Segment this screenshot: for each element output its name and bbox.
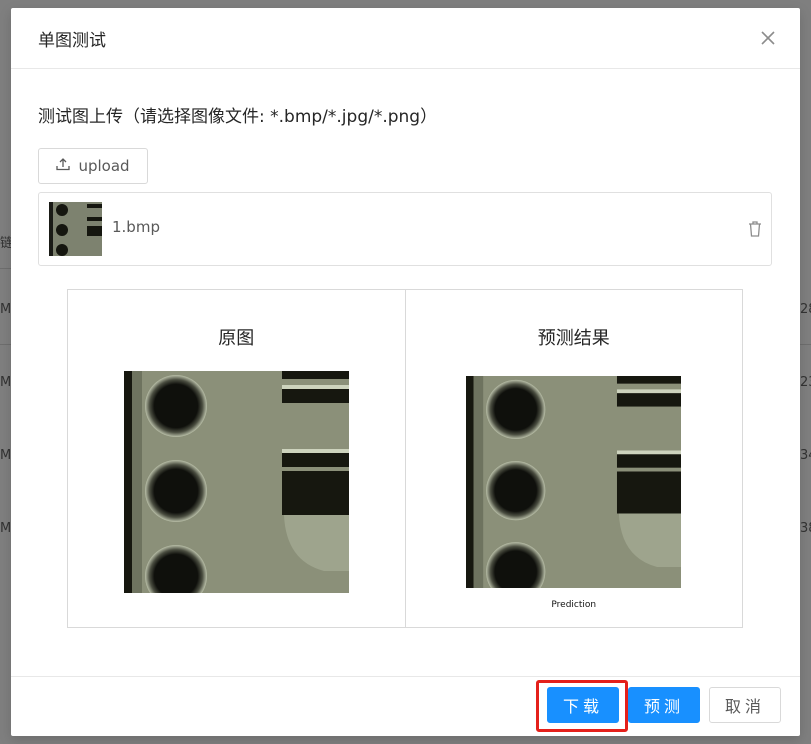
file-thumbnail: [49, 202, 102, 256]
bg-fragment: 38: [800, 521, 811, 536]
modal-footer: 下载 预测 取消: [11, 676, 800, 736]
prediction-image: [465, 376, 681, 588]
bg-fragment: M: [0, 375, 12, 390]
original-image-title: 原图: [218, 328, 255, 349]
bg-divider: [0, 268, 11, 269]
bg-fragment: 23: [800, 375, 811, 390]
trash-icon[interactable]: [747, 220, 763, 238]
upload-button-label: upload: [78, 157, 130, 175]
upload-label: 测试图上传（请选择图像文件: *.bmp/*.jpg/*.png）: [38, 107, 438, 127]
comparison-panel: 原图 预测结果 Prediction: [67, 289, 743, 628]
upload-button[interactable]: upload: [38, 148, 148, 184]
cancel-button[interactable]: 取消: [709, 687, 781, 723]
file-name: 1.bmp: [112, 218, 160, 236]
bg-divider: [800, 344, 811, 345]
download-highlight-box: [536, 680, 628, 732]
predict-button-label: 预测: [643, 697, 684, 716]
prediction-result-title: 预测结果: [537, 328, 610, 349]
bg-fragment: 34: [800, 448, 811, 463]
original-image-panel: 原图: [68, 290, 405, 627]
close-icon[interactable]: [758, 28, 778, 48]
bg-divider: [0, 344, 11, 345]
bg-fragment: M: [0, 521, 12, 536]
prediction-caption: Prediction: [551, 600, 597, 610]
bg-fragment: M: [0, 302, 12, 317]
upload-icon: [56, 157, 71, 175]
modal-header: 单图测试: [11, 8, 800, 69]
bg-fragment: M: [0, 448, 12, 463]
predict-button[interactable]: 预测: [628, 687, 700, 723]
modal-title: 单图测试: [38, 30, 106, 51]
uploaded-file-item: 1.bmp: [38, 192, 772, 266]
prediction-result-panel: 预测结果 Prediction: [404, 290, 743, 627]
bg-fragment: 28: [800, 302, 811, 317]
cancel-button-label: 取消: [724, 697, 765, 716]
original-image: [124, 371, 349, 593]
single-image-test-modal: 单图测试 测试图上传（请选择图像文件: *.bmp/*.jpg/*.png） u…: [11, 8, 800, 736]
